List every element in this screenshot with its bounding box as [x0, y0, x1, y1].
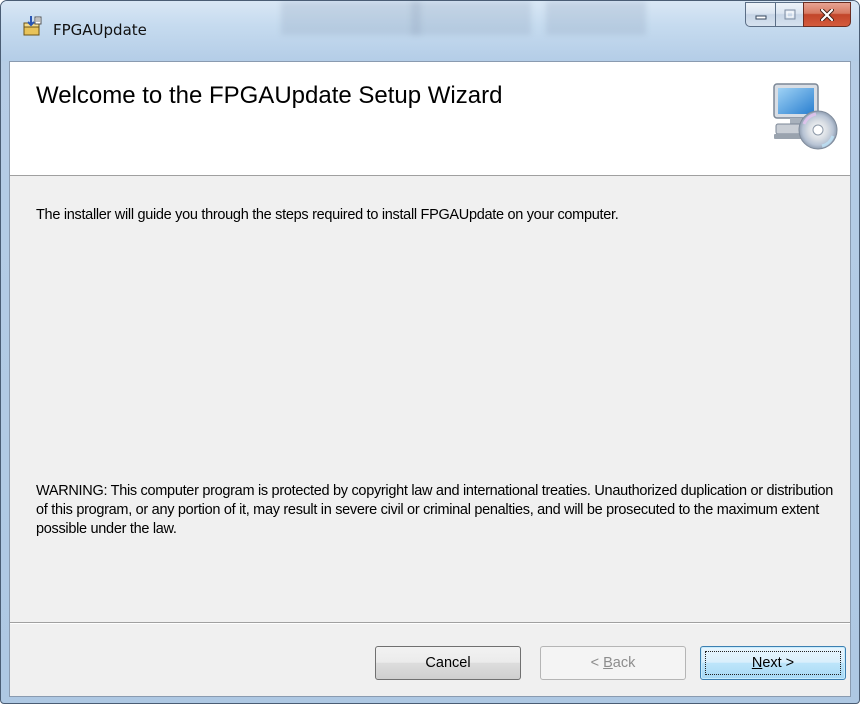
- window-title: FPGAUpdate: [53, 21, 147, 39]
- computer-cd-icon: [773, 83, 838, 150]
- back-button-mnemonic: B: [603, 655, 613, 671]
- page-title: Welcome to the FPGAUpdate Setup Wizard: [36, 82, 503, 109]
- close-icon: [820, 8, 834, 21]
- focus-rectangle: [705, 651, 841, 675]
- button-separator: [10, 622, 850, 624]
- title-bar[interactable]: FPGAUpdate: [1, 1, 859, 61]
- next-button[interactable]: Next >: [700, 646, 846, 680]
- maximize-button[interactable]: [775, 2, 803, 27]
- wizard-client-area: Welcome to the FPGAUpdate Setup Wizard T…: [9, 61, 851, 697]
- back-button[interactable]: < Back: [540, 646, 686, 680]
- maximize-icon: [784, 9, 795, 20]
- copyright-warning: WARNING: This computer program is protec…: [36, 483, 834, 537]
- background-blur: [281, 1, 421, 35]
- close-button[interactable]: [803, 2, 851, 27]
- back-button-label: ack: [612, 655, 636, 671]
- cancel-button[interactable]: Cancel: [375, 646, 521, 680]
- back-button-prefix: <: [590, 655, 604, 671]
- installer-package-icon[interactable]: [21, 15, 43, 37]
- minimize-button[interactable]: [745, 2, 775, 27]
- background-blur: [411, 1, 531, 35]
- installer-window: FPGAUpdate Welcome to the FPGAUpdate Set…: [0, 0, 860, 704]
- cancel-button-label: Cancel: [425, 655, 471, 671]
- wizard-banner: Welcome to the FPGAUpdate Setup Wizard: [10, 62, 850, 176]
- background-blur: [546, 1, 646, 35]
- caption-buttons: [745, 2, 851, 28]
- intro-text: The installer will guide you through the…: [36, 207, 619, 223]
- minimize-icon: [755, 15, 766, 19]
